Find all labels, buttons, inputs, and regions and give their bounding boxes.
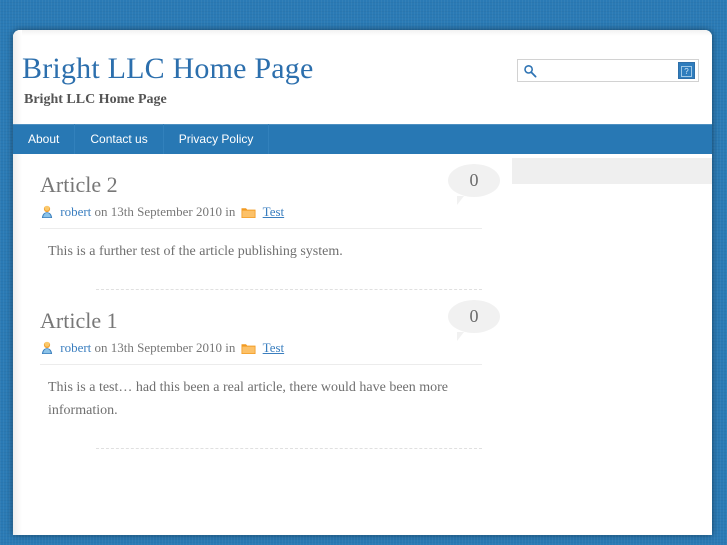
folder-icon [241, 342, 256, 355]
sidebar-widget-placeholder [512, 158, 712, 184]
post-excerpt: This is a test… had this been a real art… [48, 380, 449, 418]
post-separator [96, 448, 482, 450]
comment-count: 0 [469, 170, 479, 190]
nav-item-contact-us[interactable]: Contact us [75, 124, 164, 154]
search-submit-button[interactable]: ? [678, 62, 695, 79]
post-title[interactable]: Article 2 [40, 154, 482, 198]
search-form[interactable]: ? [517, 59, 699, 82]
site-title[interactable]: Bright LLC Home Page [22, 52, 313, 86]
user-icon [40, 341, 54, 355]
search-input[interactable] [541, 62, 677, 81]
post-meta-on: on [94, 204, 108, 219]
post-excerpt: This is a further test of the article pu… [48, 244, 343, 259]
post-author-link[interactable]: robert [60, 340, 91, 355]
post-meta-in: in [225, 204, 236, 219]
post-date: 13th September 2010 [110, 340, 223, 356]
post-meta-on: on [94, 340, 108, 356]
main-content-area: 0 Article 2 robert on 13th September 201… [13, 154, 712, 535]
nav-link-about[interactable]: About [13, 124, 74, 154]
page-container: Bright LLC Home Page Bright LLC Home Pag… [13, 30, 712, 535]
main-navigation: About Contact us Privacy Policy [13, 124, 712, 154]
post-category-link[interactable]: Test [263, 204, 284, 219]
broken-image-icon: ? [681, 66, 692, 77]
post-meta: robert on 13th September 2010 in Test [40, 204, 482, 229]
folder-icon [241, 206, 256, 219]
post-author-link[interactable]: robert [60, 204, 91, 219]
nav-item-about[interactable]: About [13, 124, 76, 154]
post-meta: robert on 13th September 2010 in Test [40, 340, 482, 366]
sidebar [512, 154, 712, 184]
nav-link-privacy-policy[interactable]: Privacy Policy [164, 124, 269, 154]
article-post: 0 Article 1 robert on 13th September 201… [22, 290, 500, 450]
site-description: Bright LLC Home Page [24, 92, 167, 107]
nav-link-contact-us[interactable]: Contact us [75, 124, 162, 154]
post-meta-in: in [225, 340, 236, 356]
comment-count: 0 [469, 306, 479, 327]
article-post: 0 Article 2 robert on 13th September 201… [22, 154, 500, 291]
user-icon [40, 205, 54, 219]
post-title[interactable]: Article 1 [40, 290, 482, 334]
comment-count-bubble[interactable]: 0 [448, 300, 500, 342]
comment-count-bubble[interactable]: 0 [448, 164, 500, 205]
post-date: 13th September 2010 [110, 204, 223, 219]
site-header: Bright LLC Home Page Bright LLC Home Pag… [13, 30, 712, 124]
post-category-link[interactable]: Test [263, 340, 284, 355]
nav-item-privacy-policy[interactable]: Privacy Policy [164, 124, 270, 154]
content-column: 0 Article 2 robert on 13th September 201… [22, 154, 500, 450]
nav-list: About Contact us Privacy Policy [13, 124, 712, 154]
search-icon [523, 64, 537, 78]
